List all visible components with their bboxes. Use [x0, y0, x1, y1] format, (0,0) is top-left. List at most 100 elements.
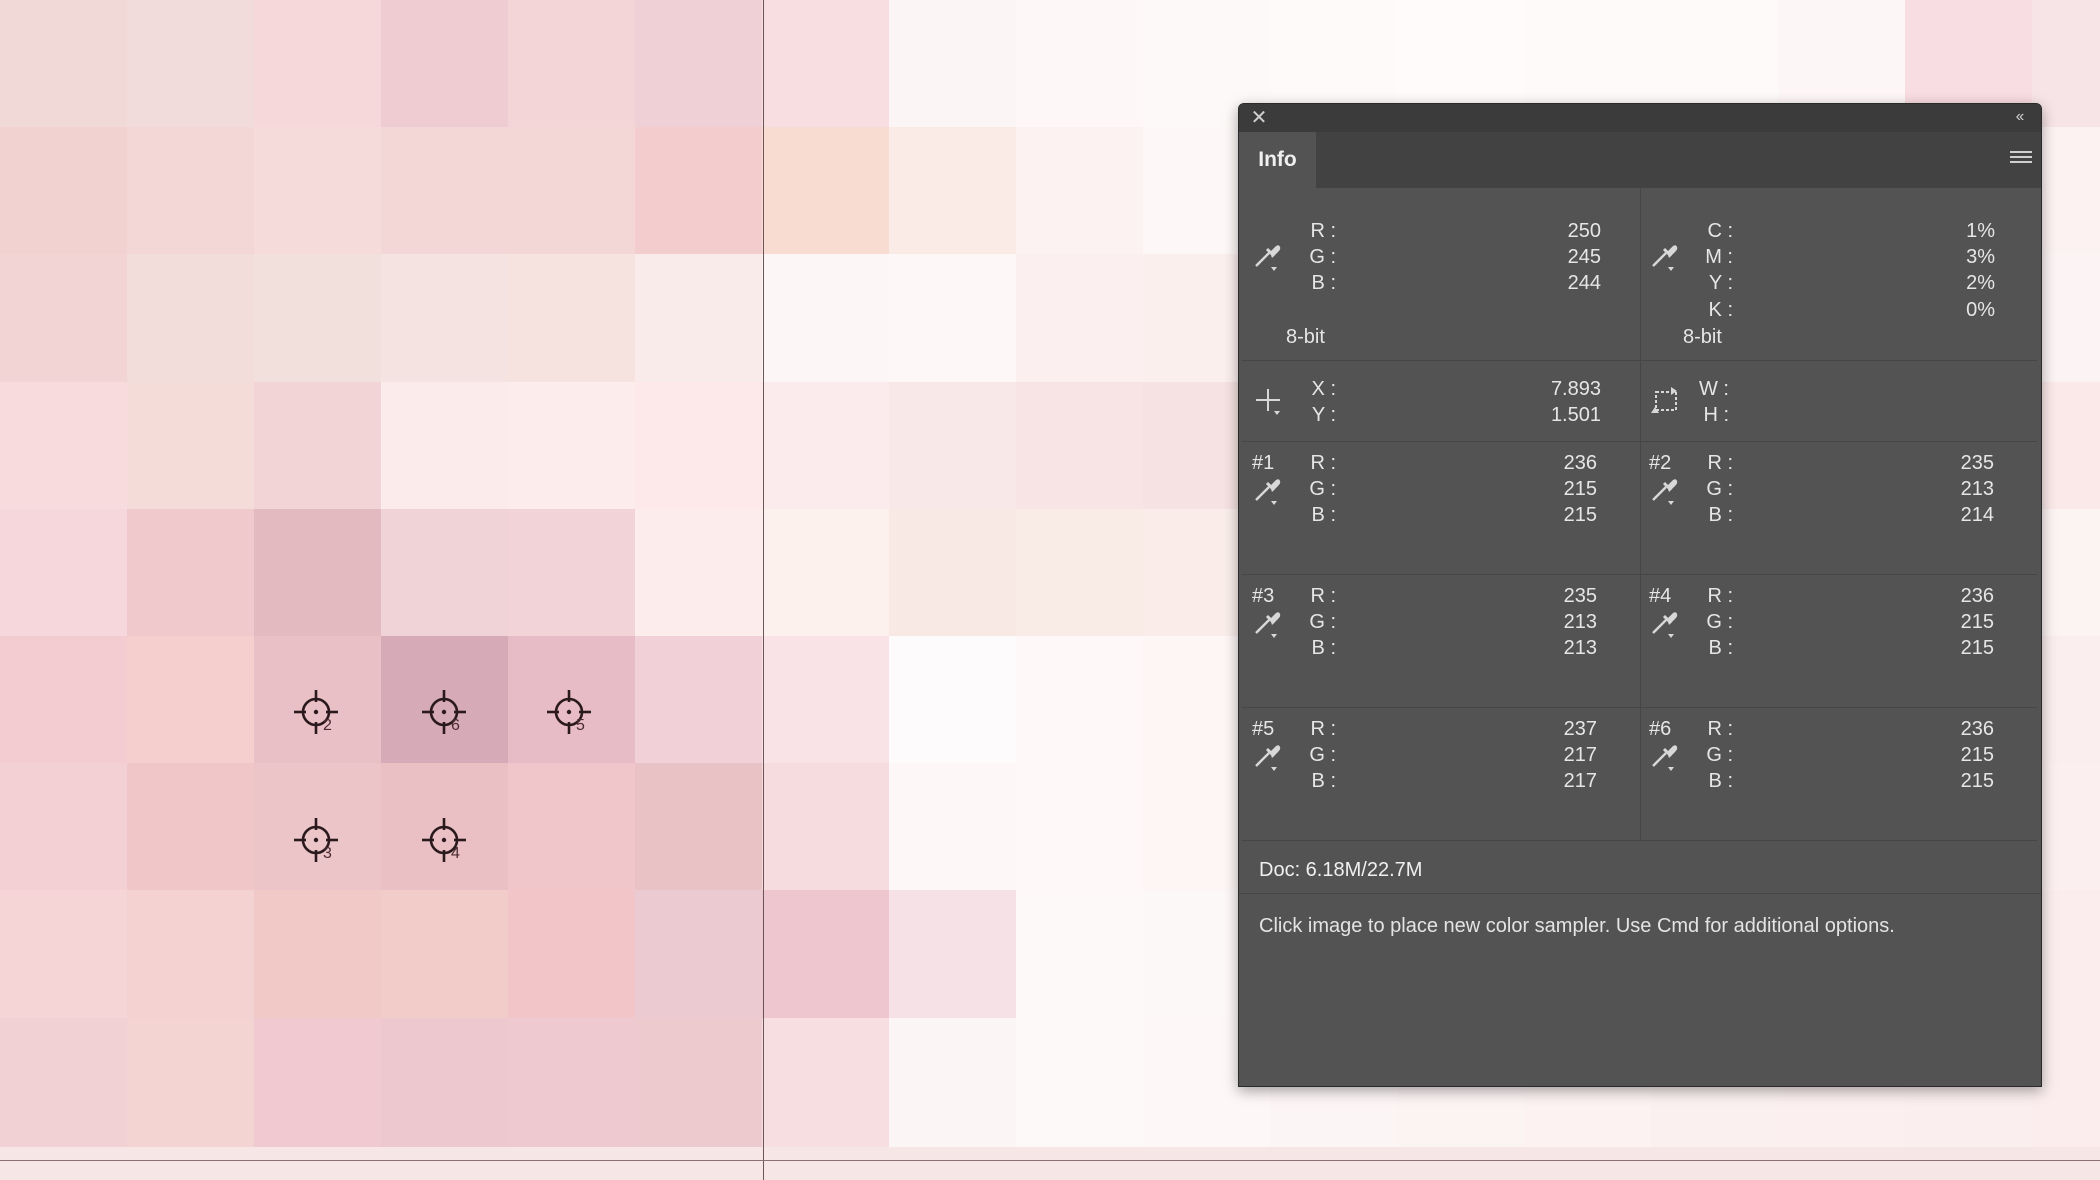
canvas-pixel[interactable]	[254, 890, 382, 1019]
color-sampler-2[interactable]: 2	[288, 684, 344, 740]
canvas-pixel[interactable]	[381, 509, 509, 638]
color-sampler-4[interactable]: 4	[416, 812, 472, 868]
canvas-pixel[interactable]	[0, 254, 128, 383]
canvas-guide-vertical[interactable]	[763, 0, 764, 1180]
panel-menu-icon[interactable]	[2009, 148, 2033, 172]
canvas-pixel[interactable]	[381, 890, 509, 1019]
canvas-pixel[interactable]	[254, 254, 382, 383]
canvas-pixel[interactable]	[1016, 890, 1144, 1019]
canvas-pixel[interactable]	[127, 1018, 255, 1147]
canvas-pixel[interactable]	[2032, 0, 2100, 129]
canvas-pixel[interactable]	[889, 890, 1017, 1019]
eyedropper-icon[interactable]	[1649, 474, 1683, 506]
canvas-pixel[interactable]	[2032, 890, 2100, 1019]
canvas-pixel[interactable]	[762, 763, 890, 892]
canvas-pixel[interactable]	[381, 0, 509, 129]
canvas-pixel[interactable]	[2032, 127, 2100, 256]
eyedropper-icon[interactable]	[1649, 607, 1683, 639]
canvas-pixel[interactable]	[127, 382, 255, 511]
canvas-pixel[interactable]	[635, 0, 763, 129]
canvas-pixel[interactable]	[2032, 636, 2100, 765]
canvas-pixel[interactable]	[508, 509, 636, 638]
color-sampler-6[interactable]: 6	[416, 684, 472, 740]
canvas-guide-horizontal[interactable]	[0, 1160, 2100, 1161]
eyedropper-icon[interactable]	[1649, 740, 1683, 772]
canvas-pixel[interactable]	[2032, 1018, 2100, 1147]
tab-info[interactable]: Info	[1239, 132, 1316, 188]
collapse-icon[interactable]: ‹‹	[2007, 107, 2031, 127]
canvas-pixel[interactable]	[127, 127, 255, 256]
canvas-pixel[interactable]	[762, 890, 890, 1019]
doc-size[interactable]: Doc: 6.18M/22.7M	[1259, 859, 1422, 882]
canvas-pixel[interactable]	[1016, 636, 1144, 765]
canvas-pixel[interactable]	[0, 890, 128, 1019]
canvas-pixel[interactable]	[127, 509, 255, 638]
canvas-pixel[interactable]	[1016, 763, 1144, 892]
panel-titlebar[interactable]: ✕ ‹‹	[1239, 104, 2041, 132]
canvas-pixel[interactable]	[1016, 509, 1144, 638]
eyedropper-icon[interactable]	[1252, 607, 1286, 639]
canvas-pixel[interactable]	[0, 382, 128, 511]
eyedropper-icon[interactable]	[1252, 240, 1286, 272]
canvas-pixel[interactable]	[508, 1018, 636, 1147]
canvas-pixel[interactable]	[762, 382, 890, 511]
canvas-pixel[interactable]	[508, 0, 636, 129]
canvas-pixel[interactable]	[635, 1018, 763, 1147]
canvas-pixel[interactable]	[508, 890, 636, 1019]
canvas-pixel[interactable]	[889, 636, 1017, 765]
canvas-pixel[interactable]	[889, 763, 1017, 892]
canvas-pixel[interactable]	[762, 127, 890, 256]
canvas-pixel[interactable]	[127, 890, 255, 1019]
canvas-pixel[interactable]	[381, 382, 509, 511]
canvas-pixel[interactable]	[1016, 382, 1144, 511]
canvas-pixel[interactable]	[2032, 763, 2100, 892]
canvas-pixel[interactable]	[762, 509, 890, 638]
canvas-pixel[interactable]	[508, 382, 636, 511]
canvas-pixel[interactable]	[381, 127, 509, 256]
canvas-pixel[interactable]	[508, 127, 636, 256]
canvas-pixel[interactable]	[889, 0, 1017, 129]
canvas-pixel[interactable]	[1016, 127, 1144, 256]
canvas-pixel[interactable]	[635, 127, 763, 256]
canvas-pixel[interactable]	[889, 382, 1017, 511]
canvas-pixel[interactable]	[1016, 0, 1144, 129]
crosshair-icon[interactable]	[1252, 385, 1286, 417]
canvas-pixel[interactable]	[381, 254, 509, 383]
canvas-pixel[interactable]	[127, 763, 255, 892]
color-sampler-5[interactable]: 5	[541, 684, 597, 740]
canvas-pixel[interactable]	[762, 254, 890, 383]
canvas-pixel[interactable]	[762, 0, 890, 129]
canvas-pixel[interactable]	[254, 0, 382, 129]
canvas-pixel[interactable]	[127, 636, 255, 765]
canvas-pixel[interactable]	[889, 1018, 1017, 1147]
canvas-pixel[interactable]	[508, 763, 636, 892]
canvas-pixel[interactable]	[508, 254, 636, 383]
eyedropper-icon[interactable]	[1252, 740, 1286, 772]
eyedropper-icon[interactable]	[1649, 240, 1683, 272]
canvas-pixel[interactable]	[254, 1018, 382, 1147]
canvas-pixel[interactable]	[381, 1018, 509, 1147]
canvas-pixel[interactable]	[2032, 509, 2100, 638]
canvas-pixel[interactable]	[254, 509, 382, 638]
canvas-pixel[interactable]	[635, 509, 763, 638]
canvas-pixel[interactable]	[762, 1018, 890, 1147]
canvas-pixel[interactable]	[0, 763, 128, 892]
canvas-pixel[interactable]	[127, 0, 255, 129]
canvas-pixel[interactable]	[1016, 254, 1144, 383]
canvas-pixel[interactable]	[254, 127, 382, 256]
canvas-pixel[interactable]	[762, 636, 890, 765]
close-icon[interactable]: ✕	[1249, 108, 1269, 128]
color-sampler-3[interactable]: 3	[288, 812, 344, 868]
canvas-pixel[interactable]	[889, 254, 1017, 383]
canvas-pixel[interactable]	[0, 127, 128, 256]
canvas-pixel[interactable]	[635, 636, 763, 765]
canvas-pixel[interactable]	[0, 0, 128, 129]
canvas-pixel[interactable]	[0, 636, 128, 765]
eyedropper-icon[interactable]	[1252, 474, 1286, 506]
canvas-pixel[interactable]	[889, 509, 1017, 638]
canvas-pixel[interactable]	[1016, 1018, 1144, 1147]
canvas-pixel[interactable]	[2032, 254, 2100, 383]
canvas-pixel[interactable]	[635, 254, 763, 383]
canvas-pixel[interactable]	[889, 127, 1017, 256]
canvas-pixel[interactable]	[635, 763, 763, 892]
